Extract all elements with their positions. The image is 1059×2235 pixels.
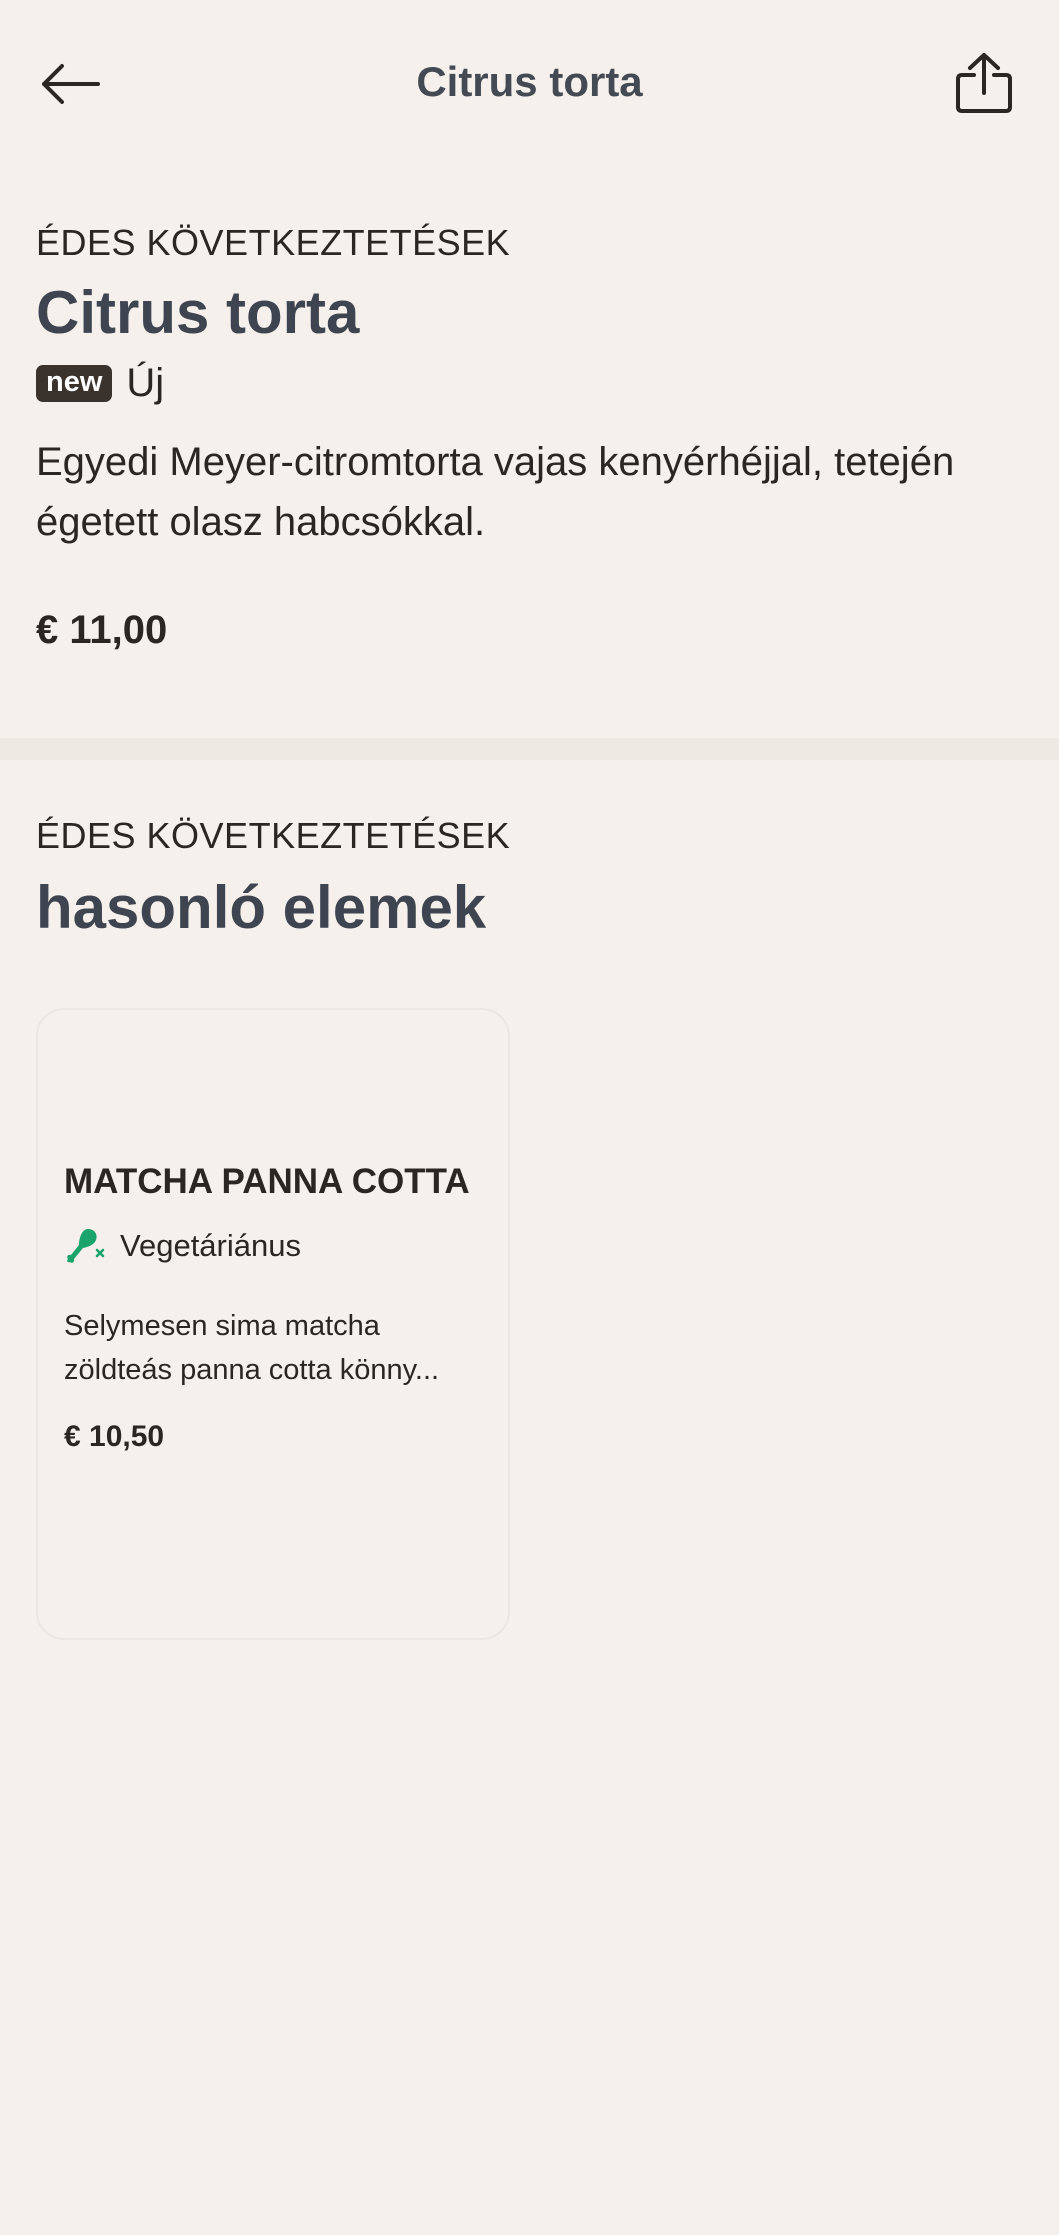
no-meat-icon — [67, 1229, 105, 1263]
nav-title: Citrus torta — [416, 58, 643, 105]
top-bar: Citrus torta — [0, 0, 1059, 170]
similar-item-card[interactable]: MATCHA PANNA COTTA Vegetáriánus Selymese… — [36, 1008, 510, 1640]
new-badge-label: Új — [126, 361, 165, 405]
item-description: Selymesen sima matcha zöldteás panna cot… — [64, 1310, 440, 1386]
share-button[interactable] — [952, 48, 1016, 118]
new-badge: new — [36, 364, 113, 403]
item-price: € 10,50 — [64, 1420, 165, 1453]
product-price: € 11,00 — [36, 608, 168, 652]
similar-section-header: ÉDES KÖVETKEZTETÉSEK hasonló elemek — [36, 815, 1023, 942]
similar-title: hasonló elemek — [36, 874, 487, 941]
diet-label: Vegetáriánus — [120, 1228, 301, 1263]
product-details: ÉDES KÖVETKEZTETÉSEK Citrus torta new Új… — [36, 222, 1023, 653]
product-title: Citrus torta — [36, 279, 360, 346]
share-icon — [956, 53, 1012, 113]
similar-category: ÉDES KÖVETKEZTETÉSEK — [36, 815, 511, 856]
diet-row: Vegetáriánus — [64, 1226, 484, 1266]
product-description: Egyedi Meyer-citromtorta vajas kenyérhéj… — [36, 440, 955, 544]
item-name: MATCHA PANNA COTTA — [64, 1162, 470, 1201]
badge-row: new Új — [36, 361, 1023, 406]
section-divider — [0, 738, 1059, 760]
product-category: ÉDES KÖVETKEZTETÉSEK — [36, 222, 511, 263]
